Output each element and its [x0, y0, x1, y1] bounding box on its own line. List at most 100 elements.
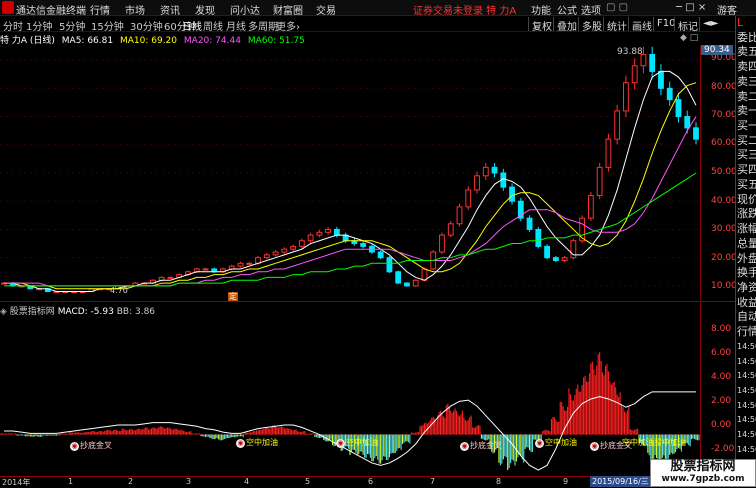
tab-intraday[interactable]: 分时 [3, 18, 23, 33]
tab-multi-period[interactable]: 多周期 [248, 18, 278, 33]
candle-body [316, 231, 323, 236]
price-tick: 60.00 [711, 138, 737, 148]
ma5-value: MA5: 66.81 [61, 36, 114, 46]
macd-tick: 6.00 [711, 348, 732, 358]
candle-body [298, 240, 305, 247]
menu-options[interactable]: 选项 [581, 2, 601, 17]
nav-arrows-button[interactable]: ◄► [699, 17, 721, 31]
candle-body [535, 228, 542, 247]
side-item[interactable]: 买四 [737, 163, 756, 178]
guest-label[interactable]: 游客 [717, 2, 737, 17]
side-item[interactable]: 涨幅 [737, 222, 756, 237]
tab-weekly[interactable]: 周线 [203, 18, 223, 33]
low-price-label: 4.70 [110, 286, 128, 295]
side-item[interactable]: 14:50 [737, 443, 756, 458]
side-item[interactable]: 14:50 [737, 384, 756, 399]
macd-tick: 4.00 [711, 372, 732, 382]
candle-body [666, 87, 673, 101]
candle-body [614, 110, 621, 140]
side-item[interactable]: 委比 [737, 31, 756, 46]
signal-label: 空中加油 [622, 438, 654, 447]
signal-icon: ◉ [336, 439, 345, 448]
tab-15min[interactable]: 15分钟 [91, 18, 124, 33]
draw-line-button[interactable]: 画线 [628, 17, 655, 33]
side-item[interactable]: 现价 [737, 193, 756, 208]
side-item[interactable]: L [737, 16, 756, 31]
menu-discover[interactable]: 发现 [195, 2, 215, 17]
tab-monthly[interactable]: 月线 [226, 18, 246, 33]
candle-body [377, 251, 384, 259]
overlay-button[interactable]: 叠加 [553, 17, 580, 33]
menu-quotes[interactable]: 行情 [90, 2, 110, 17]
date-tick: 2 [128, 477, 134, 486]
candle-body [561, 257, 568, 261]
macd-chart[interactable] [0, 316, 700, 476]
side-item[interactable]: 涨跌 [737, 207, 756, 222]
adjust-button[interactable]: 复权 [528, 17, 555, 33]
side-item[interactable]: 卖五 [737, 45, 756, 60]
candle-body [474, 175, 480, 191]
quote-side-panel: L 委比 卖五 卖四 卖三 卖二 卖一 买一 买二 买三 买四 买五 现价 涨跌 涨幅 总量 外盘 换手 净资 收益自… [735, 16, 756, 487]
candle-body [465, 189, 472, 208]
side-item[interactable]: 自动 [737, 310, 756, 325]
macd-tick: 0.00 [711, 420, 732, 430]
signal-icon: ◉ [460, 442, 469, 451]
ma-info-line: 特 力A (日线) MA5: 66.81 MA10: 69.20 MA20: 7… [0, 33, 700, 46]
side-item[interactable]: 买五 [737, 178, 756, 193]
menu-market[interactable]: 市场 [125, 2, 145, 17]
side-item[interactable]: 14:50 [737, 340, 756, 355]
candle-body [412, 279, 419, 287]
candle-body [272, 251, 279, 256]
window-controls[interactable]: ─ □ × [676, 2, 706, 13]
menu-trade[interactable]: 交易 [316, 2, 336, 17]
candle-body [237, 262, 244, 267]
side-item[interactable]: 14:50 [737, 428, 756, 443]
statistics-button[interactable]: 统计 [603, 17, 630, 33]
macd-tick: -2.00 [711, 444, 735, 454]
candle-body [421, 268, 428, 281]
panel-separator[interactable] [0, 301, 735, 302]
candle-body [404, 282, 410, 287]
candle-body [333, 228, 340, 236]
menu-news[interactable]: 资讯 [160, 2, 180, 17]
tab-1min[interactable]: 1分钟 [26, 18, 52, 33]
multi-stock-button[interactable]: 多股 [578, 17, 605, 33]
side-item[interactable]: 净资 [737, 281, 756, 296]
tab-daily[interactable]: 日线 [182, 18, 202, 33]
login-warning[interactable]: 证券交易未登录 特 力A [413, 2, 516, 17]
side-item[interactable]: 买一 [737, 119, 756, 134]
side-item[interactable]: 14:50 [737, 413, 756, 428]
candle-body [395, 271, 402, 284]
side-item[interactable]: 收益 [737, 296, 756, 311]
panel-controls-icon[interactable]: ◆ □ [680, 33, 698, 43]
menu-function[interactable]: 功能 [531, 2, 551, 17]
side-item[interactable]: 卖三 [737, 75, 756, 90]
tab-30min[interactable]: 30分钟 [130, 18, 163, 33]
side-item[interactable]: 卖四 [737, 60, 756, 75]
menu-wealth[interactable]: 财富圈 [273, 2, 303, 17]
side-item[interactable]: 换手 [737, 266, 756, 281]
side-item[interactable]: 卖一 [737, 104, 756, 119]
price-tick: 30.00 [711, 224, 737, 234]
side-item[interactable]: 14:50 [737, 355, 756, 370]
signal-icon: ◉ [70, 442, 79, 451]
side-item[interactable]: 买二 [737, 134, 756, 149]
menu-ask[interactable]: 问小达 [230, 2, 260, 17]
side-item[interactable]: 总量 [737, 237, 756, 252]
side-item[interactable]: 卖二 [737, 90, 756, 105]
candle-body [360, 243, 367, 247]
side-item[interactable]: 买三 [737, 148, 756, 163]
settings-icon[interactable]: ▢ ▢ [606, 2, 628, 13]
mark-button[interactable]: 标记 [674, 17, 701, 33]
ma5-line [4, 70, 697, 293]
side-item[interactable]: 行情 [737, 325, 756, 340]
tab-more[interactable]: 更多› [276, 18, 300, 33]
side-item[interactable]: 外盘 [737, 252, 756, 267]
candle-body [693, 127, 699, 140]
menu-formula[interactable]: 公式 [557, 2, 577, 17]
kline-chart[interactable] [0, 46, 700, 300]
side-item[interactable]: 14:50 [737, 399, 756, 414]
tab-5min[interactable]: 5分钟 [59, 18, 85, 33]
side-item[interactable]: 14:50 [737, 369, 756, 384]
candle-body [675, 99, 682, 118]
